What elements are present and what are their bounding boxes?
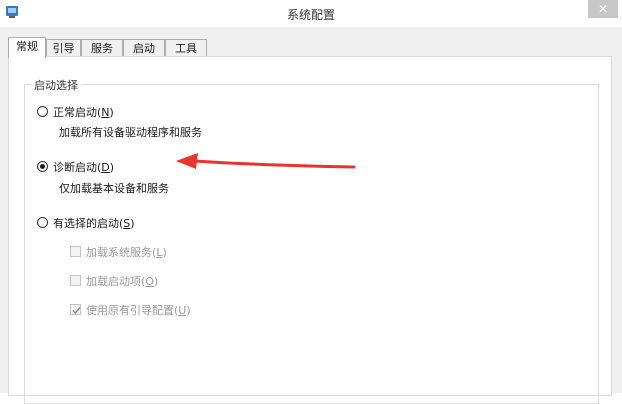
annotation-arrow-icon: [176, 153, 356, 169]
system-config-window: 系统配置 ✕ 常规 引导 服务 启动 工具 启动选择 正常启动(N) 加载所有设…: [0, 0, 622, 404]
tab-general[interactable]: 常规: [8, 37, 46, 58]
